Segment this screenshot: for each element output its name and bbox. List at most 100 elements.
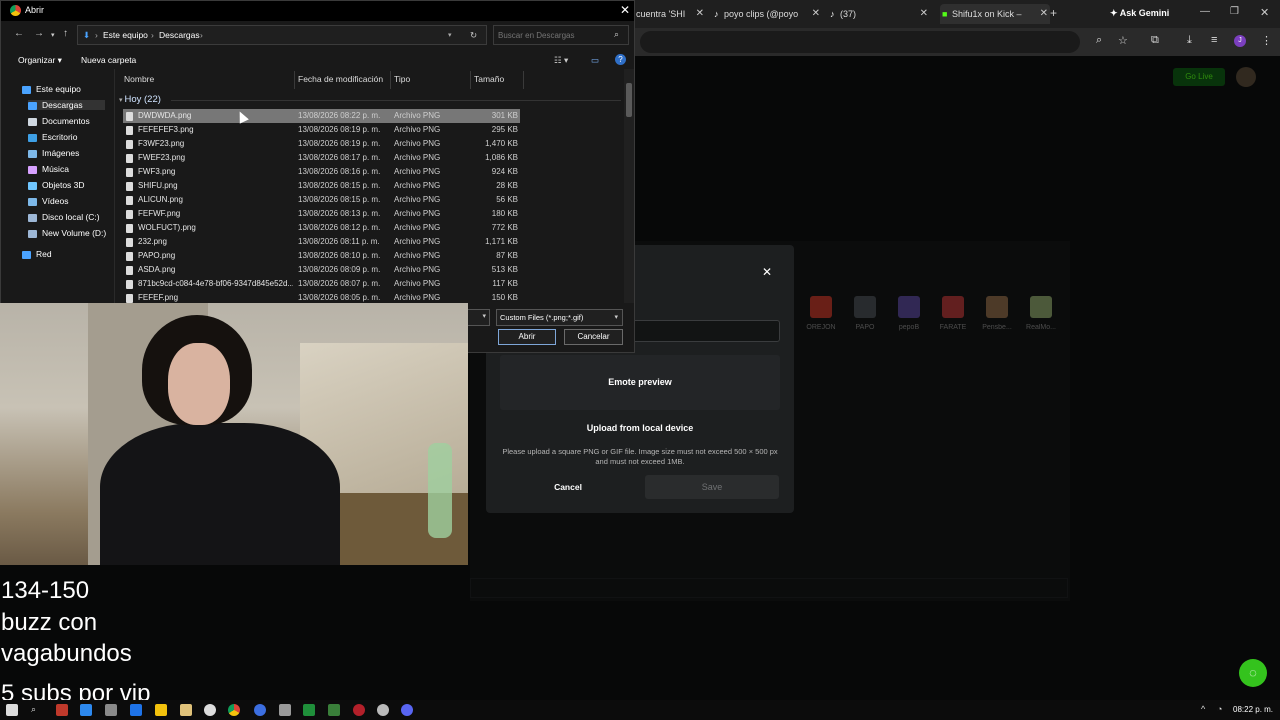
discord-icon[interactable] xyxy=(401,704,413,716)
column-type[interactable]: Tipo xyxy=(394,74,410,84)
app-icon[interactable] xyxy=(353,704,365,716)
app-icon[interactable] xyxy=(130,704,142,716)
network-icon[interactable]: ◔ xyxy=(1217,704,1222,714)
recent-dropdown-icon[interactable]: ▾ xyxy=(51,31,55,39)
nav-item-imagenes[interactable]: Imágenes xyxy=(28,148,79,158)
up-arrow-icon[interactable]: ↑ xyxy=(63,28,68,39)
app-icon[interactable] xyxy=(56,704,68,716)
refresh-icon[interactable]: ↻ xyxy=(470,30,477,41)
file-row[interactable]: FWF3.png 13/08/2026 08:16 p. m. Archivo PN… xyxy=(123,165,520,179)
ask-gemini-button[interactable]: ✦ Ask Gemini xyxy=(1110,8,1169,19)
window-close-icon[interactable]: ✕ xyxy=(1260,6,1269,19)
view-options-icon[interactable]: ☷ ▾ xyxy=(554,55,568,66)
nav-item-red[interactable]: Red xyxy=(22,249,52,259)
app-icon[interactable] xyxy=(279,704,291,716)
nav-item-descargas[interactable]: Descargas xyxy=(28,100,105,110)
browser-tab-1[interactable]: cuentra 'SHI ✕ xyxy=(636,4,706,24)
chrome-icon[interactable] xyxy=(228,704,240,716)
browser-tab-3[interactable]: ♪ (37) ✕ xyxy=(830,4,930,24)
app-icon[interactable] xyxy=(105,704,117,716)
new-tab-button[interactable]: + xyxy=(1050,6,1057,20)
file-row[interactable]: 871bc9cd-c084-4e78-bf06-9347d845e52d... 1… xyxy=(123,277,520,291)
column-date[interactable]: Fecha de modificación xyxy=(298,74,383,84)
help-icon[interactable]: ? xyxy=(615,54,626,65)
new-folder-button[interactable]: Nueva carpeta xyxy=(81,55,136,65)
nav-item-videos[interactable]: Vídeos xyxy=(28,196,68,206)
column-divider[interactable] xyxy=(523,71,524,89)
extensions-icon[interactable]: ⧉ xyxy=(1151,34,1159,47)
bookmark-star-icon[interactable]: ☆ xyxy=(1118,34,1128,47)
column-name[interactable]: Nombre xyxy=(124,74,154,84)
close-tab-icon[interactable]: ✕ xyxy=(1040,4,1048,24)
search-input[interactable] xyxy=(498,29,608,41)
app-icon[interactable] xyxy=(254,704,266,716)
close-tab-icon[interactable]: ✕ xyxy=(920,4,928,24)
close-tab-icon[interactable]: ✕ xyxy=(696,4,704,24)
nav-item-new-volume-d[interactable]: New Volume (D:) xyxy=(28,228,106,238)
modal-cancel-button[interactable]: Cancel xyxy=(540,478,596,496)
zoom-icon[interactable]: ⌕ xyxy=(1096,34,1102,47)
app-icon[interactable] xyxy=(377,704,389,716)
app-icon[interactable] xyxy=(180,704,192,716)
nav-item-documentos[interactable]: Documentos xyxy=(28,116,90,126)
organize-button[interactable]: Organizar ▾ xyxy=(18,55,62,66)
forward-arrow-icon[interactable]: → xyxy=(34,28,44,39)
profile-avatar[interactable]: J xyxy=(1234,35,1246,47)
cast-icon[interactable]: ≡ xyxy=(1211,34,1217,46)
open-button[interactable]: Abrir xyxy=(498,329,556,345)
column-size[interactable]: Tamaño xyxy=(474,74,504,84)
chat-support-icon[interactable]: ◌ xyxy=(1239,659,1267,687)
upload-from-device-button[interactable]: Upload from local device xyxy=(500,414,780,442)
file-row[interactable]: ALICUN.png 13/08/2026 08:15 p. m. Archivo … xyxy=(123,193,520,207)
file-row[interactable]: FEFEFEF3.png 13/08/2026 08:19 p. m. Archiv… xyxy=(123,123,520,137)
address-bar[interactable] xyxy=(640,31,1080,53)
maximize-icon[interactable]: ❐ xyxy=(1230,6,1239,17)
scrollbar-thumb[interactable] xyxy=(626,83,632,117)
browser-tab-4[interactable]: ■ Shifu1x on Kick – ✕ xyxy=(940,4,1050,24)
minimize-icon[interactable]: — xyxy=(1200,6,1210,17)
file-explorer-icon[interactable] xyxy=(155,704,167,716)
app-icon[interactable] xyxy=(328,704,340,716)
modal-close-icon[interactable]: ✕ xyxy=(762,265,772,279)
breadcrumb-este-equipo[interactable]: Este equipo xyxy=(103,30,148,40)
dialog-close-icon[interactable]: ✕ xyxy=(620,3,630,17)
nav-item-objetos-3d[interactable]: Objetos 3D xyxy=(28,180,85,190)
search-box[interactable] xyxy=(493,25,629,45)
nav-item-musica[interactable]: Música xyxy=(28,164,69,174)
filename-dropdown[interactable]: ▾ xyxy=(467,309,490,326)
file-row[interactable]: FEFWF.png 13/08/2026 08:13 p. m. Archivo P… xyxy=(123,207,520,221)
path-dropdown-icon[interactable]: ▾ xyxy=(448,31,452,39)
cancel-button[interactable]: Cancelar xyxy=(564,329,623,345)
file-row[interactable]: SHIFU.png 13/08/2026 08:15 p. m. Archivo P… xyxy=(123,179,520,193)
file-row[interactable]: PAPO.png 13/08/2026 08:10 p. m. Archivo PN… xyxy=(123,249,520,263)
search-icon[interactable]: ⌕ xyxy=(31,704,36,715)
file-type-select[interactable]: Custom Files (*.png;*.gif) ▾ xyxy=(496,309,623,326)
breadcrumb-descargas[interactable]: Descargas xyxy=(159,30,200,40)
app-icon[interactable] xyxy=(204,704,216,716)
back-arrow-icon[interactable]: ← xyxy=(14,28,24,39)
menu-icon[interactable]: ⋮ xyxy=(1261,34,1272,47)
file-row[interactable]: FEFEF.png 13/08/2026 08:05 p. m. Archivo P… xyxy=(123,291,520,303)
download-icon[interactable]: ⤓ xyxy=(1187,34,1192,47)
app-icon[interactable] xyxy=(303,704,315,716)
browser-tab-2[interactable]: ♪ poyo clips (@poyo ✕ xyxy=(714,4,822,24)
preview-pane-icon[interactable]: ▭ xyxy=(591,55,599,66)
taskbar-clock[interactable]: 08:22 p. m. xyxy=(1233,705,1273,714)
nav-item-disco-local-c[interactable]: Disco local (C:) xyxy=(28,212,100,222)
file-row[interactable]: ASDA.png 13/08/2026 08:09 p. m. Archivo PN… xyxy=(123,263,520,277)
file-row[interactable]: DWDWDA.png 13/08/2026 08:22 p. m. Archivo … xyxy=(123,109,520,123)
app-icon[interactable] xyxy=(80,704,92,716)
file-row[interactable]: WOLFUCT).png 13/08/2026 08:12 p. m. Archiv… xyxy=(123,221,520,235)
column-divider[interactable] xyxy=(294,71,295,89)
column-divider[interactable] xyxy=(470,71,471,89)
file-row[interactable]: F3WF23.png 13/08/2026 08:19 p. m. Archivo … xyxy=(123,137,520,151)
tray-expand-icon[interactable]: ^ xyxy=(1201,704,1205,714)
nav-item-este-equipo[interactable]: Este equipo xyxy=(22,84,81,94)
start-icon[interactable] xyxy=(6,704,18,716)
file-row[interactable]: FWEF23.png 13/08/2026 08:17 p. m. Archivo … xyxy=(123,151,520,165)
file-row[interactable]: 232.png 13/08/2026 08:11 p. m. Archivo PNG… xyxy=(123,235,520,249)
group-header[interactable]: ▾ Hoy (22) xyxy=(119,94,161,105)
close-tab-icon[interactable]: ✕ xyxy=(812,4,820,24)
modal-save-button[interactable]: Save xyxy=(645,475,779,499)
column-divider[interactable] xyxy=(390,71,391,89)
